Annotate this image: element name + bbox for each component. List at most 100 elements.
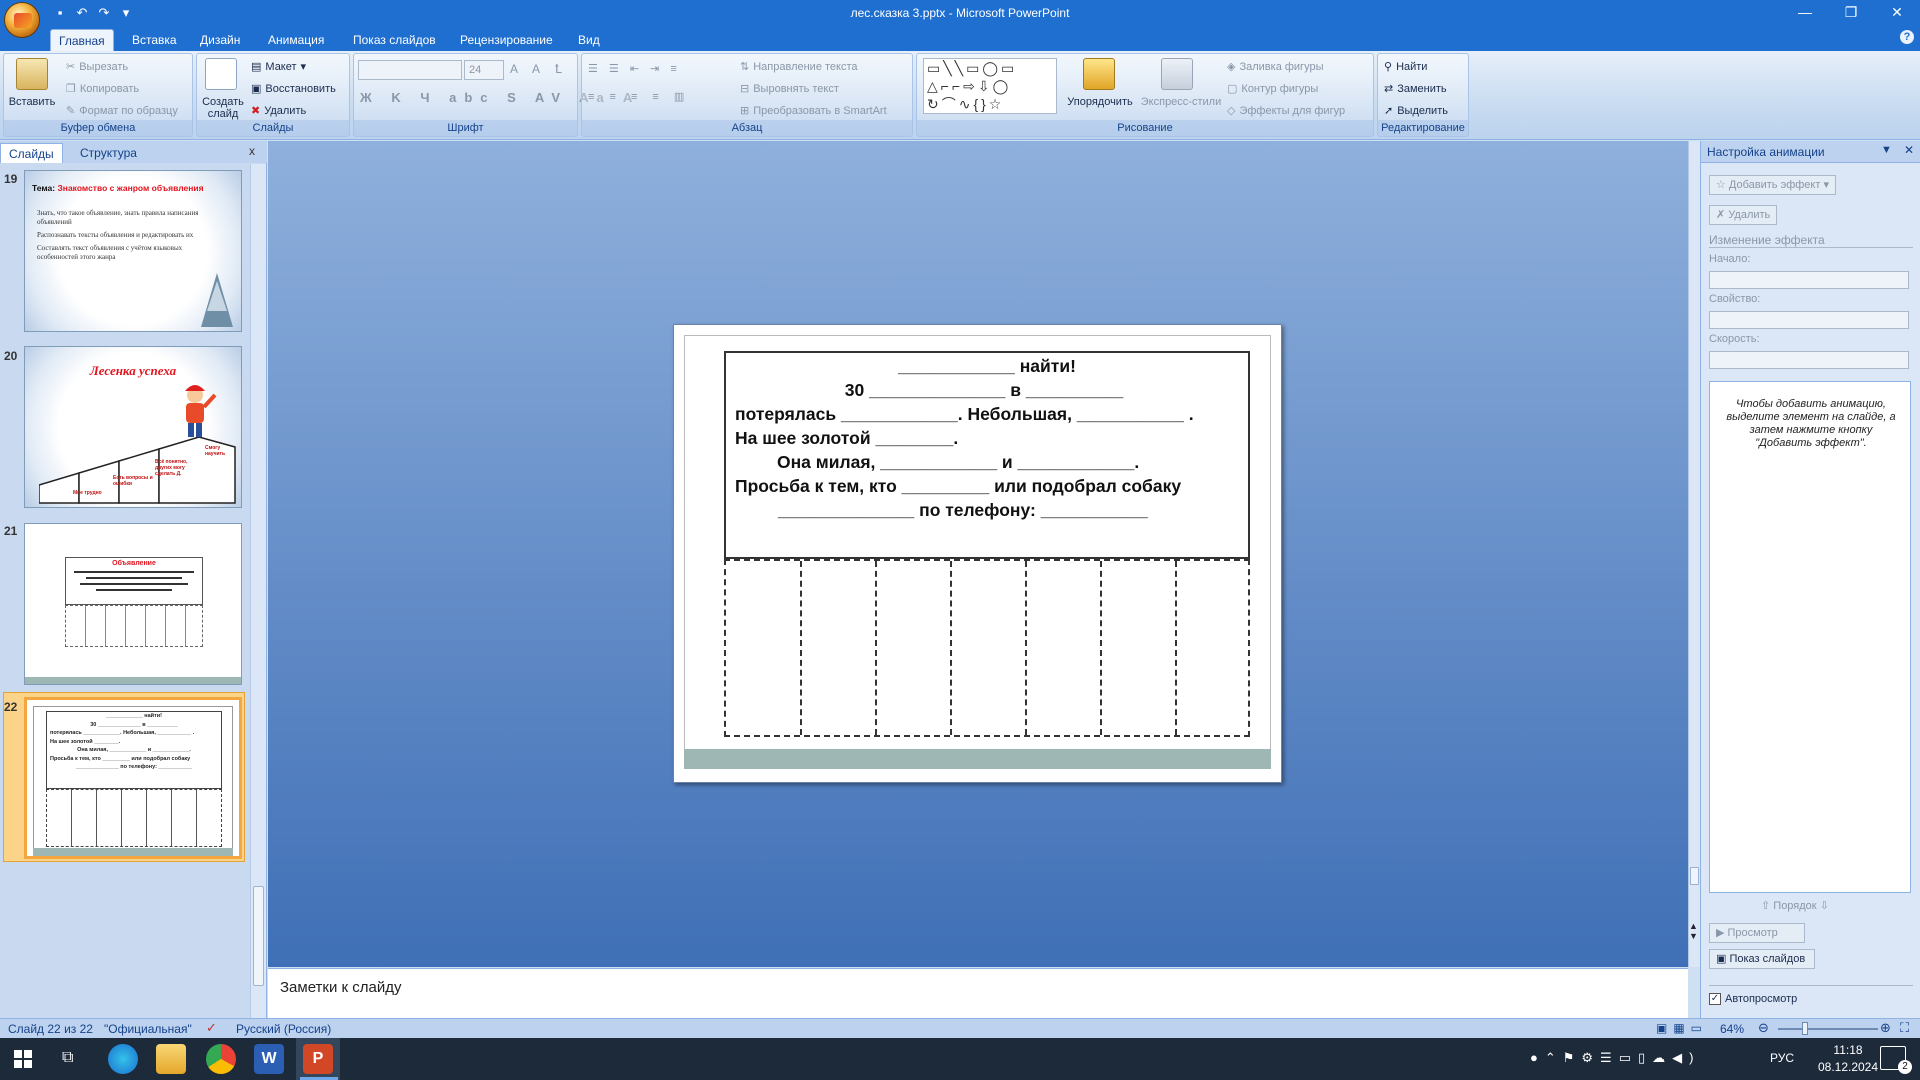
- clock-date[interactable]: 08.12.2024: [1812, 1060, 1884, 1074]
- replace-button[interactable]: ⇄ Заменить: [1384, 82, 1447, 96]
- preview-button[interactable]: ▶ Просмотр: [1709, 923, 1805, 943]
- zoom-out-icon[interactable]: ⊖: [1758, 1020, 1769, 1036]
- paste-button[interactable]: Вставить: [9, 96, 56, 108]
- save-icon[interactable]: ▪: [52, 5, 68, 21]
- smartart-button[interactable]: ⊞ Преобразовать в SmartArt: [740, 104, 887, 118]
- text-direction-button[interactable]: ⇅ Направление текста: [740, 60, 858, 74]
- task-view-icon[interactable]: ⧉: [62, 1049, 73, 1067]
- group-label-paragraph: Абзац: [582, 120, 912, 136]
- font-grow-shrink[interactable]: A A Ꝉ: [510, 62, 568, 76]
- layout-button[interactable]: ▤ Макет ▾: [251, 60, 306, 74]
- paste-icon[interactable]: [16, 58, 48, 90]
- copy-button[interactable]: ❐ Копировать: [66, 82, 139, 96]
- zoom-slider[interactable]: [1778, 1028, 1878, 1030]
- tab-slideshow[interactable]: Показ слайдов: [345, 29, 444, 51]
- redo-icon[interactable]: ↷: [96, 5, 112, 21]
- close-pane-icon[interactable]: x: [249, 144, 255, 158]
- current-slide[interactable]: ____________ найти! 30 ______________ в …: [673, 324, 1282, 783]
- divider: [1709, 985, 1913, 986]
- tab-outline[interactable]: Структура: [72, 143, 145, 163]
- quick-styles-icon[interactable]: [1161, 58, 1193, 90]
- slide-thumbnail-20[interactable]: Лесенка успеха Мне трудно Есть вопросы и…: [24, 346, 242, 508]
- word-app-icon[interactable]: W: [254, 1044, 284, 1074]
- anim-pane-menu-icon[interactable]: ▼: [1881, 144, 1892, 156]
- editor-scrollbar[interactable]: ▲ ▼: [1688, 141, 1700, 967]
- speed-select[interactable]: [1709, 351, 1909, 369]
- format-painter-button[interactable]: ✎ Формат по образцу: [66, 104, 178, 118]
- input-language[interactable]: РУС: [1770, 1051, 1794, 1065]
- tab-animation[interactable]: Анимация: [260, 29, 332, 51]
- zoom-level[interactable]: 64%: [1720, 1022, 1744, 1036]
- align-buttons[interactable]: ≡ ≡ ≡ ≡ ▥: [588, 90, 690, 103]
- thumb21-title: Объявление: [112, 560, 156, 567]
- help-icon[interactable]: ?: [1900, 30, 1914, 44]
- office-button[interactable]: [4, 2, 40, 38]
- windows-start-icon[interactable]: [14, 1050, 32, 1068]
- start-label: Начало:: [1709, 253, 1751, 265]
- powerpoint-app-icon[interactable]: P: [303, 1044, 333, 1074]
- editor-scroll-thumb[interactable]: [1690, 867, 1699, 885]
- qat-customize-icon[interactable]: ▾: [118, 5, 134, 21]
- tab-insert[interactable]: Вставка: [124, 29, 185, 51]
- text-box[interactable]: ____________ найти! 30 ______________ в …: [724, 351, 1250, 559]
- tab-view[interactable]: Вид: [570, 29, 608, 51]
- fit-slide-icon[interactable]: ⛶: [1900, 1020, 1909, 1036]
- start-select[interactable]: [1709, 271, 1909, 289]
- undo-icon[interactable]: ↶: [74, 5, 90, 21]
- spellcheck-icon[interactable]: ✓: [206, 1020, 217, 1036]
- language-indicator[interactable]: Русский (Россия): [236, 1022, 331, 1036]
- arrange-button[interactable]: Упорядочить: [1063, 96, 1137, 108]
- new-slide-button[interactable]: Создать слайд: [201, 96, 245, 120]
- shapes-gallery[interactable]: ▭╲╲▭◯▭ △⌐⌐⇨⇩◯ ↻⌒∿{}☆: [923, 58, 1057, 114]
- cut-button[interactable]: ✂ Вырезать: [66, 60, 128, 74]
- new-slide-icon[interactable]: [205, 58, 237, 90]
- file-explorer-icon[interactable]: [156, 1044, 186, 1074]
- shape-fill-button[interactable]: ◈ Заливка фигуры: [1227, 60, 1323, 74]
- remove-effect-button[interactable]: ✗ Удалить: [1709, 205, 1778, 225]
- close-button[interactable]: ✕: [1874, 0, 1920, 26]
- reset-button[interactable]: ▣ Восстановить: [251, 82, 336, 96]
- tab-review[interactable]: Рецензирование: [452, 29, 561, 51]
- find-button[interactable]: ⚲ Найти: [1384, 60, 1427, 74]
- autopreview-checkbox[interactable]: ✓ Автопросмотр: [1709, 993, 1797, 1005]
- minimize-button[interactable]: —: [1782, 0, 1828, 26]
- anim-pane-title: Настройка анимации: [1707, 145, 1825, 159]
- zoom-slider-thumb[interactable]: [1802, 1022, 1808, 1035]
- chrome-browser-icon[interactable]: [206, 1044, 236, 1074]
- align-text-button[interactable]: ⊟ Выровнять текст: [740, 82, 839, 96]
- slides-pane-scrollbar[interactable]: [250, 164, 266, 1018]
- shape-effects-button[interactable]: ◇ Эффекты для фигур: [1227, 104, 1345, 118]
- maximize-button[interactable]: ❐: [1828, 0, 1874, 26]
- property-select[interactable]: [1709, 311, 1909, 329]
- slideshow-button[interactable]: ▣ Показ слайдов: [1709, 949, 1815, 969]
- zoom-in-icon[interactable]: ⊕: [1880, 1020, 1891, 1036]
- reorder-controls[interactable]: ⇧ Порядок ⇩: [1761, 899, 1829, 912]
- arrange-icon[interactable]: [1083, 58, 1115, 90]
- notes-pane[interactable]: Заметки к слайду: [268, 968, 1688, 1018]
- anim-pane-header: Настройка анимации ▼ ✕: [1701, 141, 1920, 163]
- tab-design[interactable]: Дизайн: [192, 29, 248, 51]
- font-name-combo[interactable]: [358, 60, 462, 80]
- anim-pane-close-icon[interactable]: ✕: [1904, 143, 1914, 157]
- view-buttons[interactable]: ▣▦▭: [1656, 1021, 1708, 1035]
- slides-pane-scroll-thumb[interactable]: [253, 886, 264, 986]
- slide-thumbnail-22[interactable]: ____________ найти! 30 ______________ в …: [24, 697, 242, 859]
- slide-thumbnail-19[interactable]: Тема: Знакомство с жанром объявления Зна…: [24, 170, 242, 332]
- tab-home[interactable]: Главная: [50, 29, 114, 51]
- system-tray-icons[interactable]: ●⌃⚑⚙☰▭▯☁◀): [1530, 1050, 1700, 1066]
- shape-outline-button[interactable]: ▢ Контур фигуры: [1227, 82, 1318, 96]
- remove-effect-label: Удалить: [1728, 209, 1771, 221]
- list-buttons[interactable]: ☰ ☰ ⇤ ⇥ ≡: [588, 62, 681, 75]
- thumb22-line-7: ______________ по телефону: ___________: [75, 764, 193, 770]
- add-effect-button[interactable]: ☆ Добавить эффект ▾: [1709, 175, 1836, 195]
- font-size-combo[interactable]: 24: [464, 60, 504, 80]
- slide-thumbnail-21[interactable]: Объявление: [24, 523, 242, 685]
- clock-time[interactable]: 11:18: [1818, 1043, 1878, 1057]
- prev-next-slide-buttons[interactable]: ▲ ▼: [1689, 921, 1700, 941]
- delete-slide-button[interactable]: ✖ Удалить: [251, 104, 306, 118]
- quick-styles-button[interactable]: Экспресс-стили: [1139, 96, 1223, 108]
- tab-slides[interactable]: Слайды: [0, 143, 63, 163]
- edge-browser-icon[interactable]: [108, 1044, 138, 1074]
- select-button[interactable]: ➚ Выделить: [1384, 104, 1448, 118]
- animation-list[interactable]: Чтобы добавить анимацию, выделите элемен…: [1709, 381, 1911, 893]
